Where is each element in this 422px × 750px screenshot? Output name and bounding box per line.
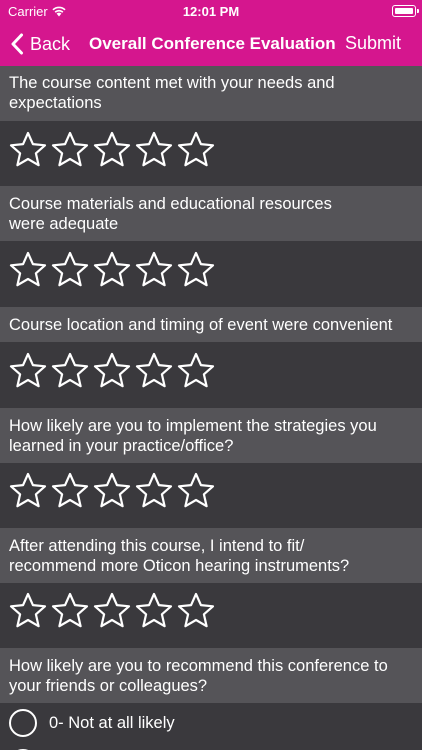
star-icon[interactable] [50, 471, 90, 511]
star-icon[interactable] [134, 591, 174, 631]
question-text: Course materials and educational resourc… [9, 195, 332, 213]
chevron-left-icon [11, 33, 23, 55]
question-header: After attending this course, I intend to… [0, 528, 422, 583]
star-icon[interactable] [92, 591, 132, 631]
star-icon[interactable] [50, 130, 90, 170]
evaluation-form: The course content met with your needs a… [0, 66, 422, 750]
question-header: The course content met with your needs a… [0, 66, 422, 121]
star-icon[interactable] [134, 351, 174, 391]
star-icon[interactable] [50, 351, 90, 391]
question-header: Course location and timing of event were… [0, 307, 422, 342]
star-icon[interactable] [92, 130, 132, 170]
star-icon[interactable] [8, 250, 48, 290]
star-icon[interactable] [50, 250, 90, 290]
star-icon[interactable] [134, 250, 174, 290]
question-text-line2: were adequate [9, 215, 119, 233]
question-header: How likely are you to implement the stra… [0, 408, 422, 463]
question-text: The course content met with your needs a… [9, 74, 335, 92]
question-text: Course location and timing of event were… [9, 316, 393, 334]
star-icon[interactable] [8, 351, 48, 391]
question-text-line2: expectations [9, 94, 102, 112]
star-rating [8, 130, 218, 170]
radio-option[interactable] [0, 743, 422, 750]
radio-button[interactable] [9, 709, 37, 737]
star-icon[interactable] [92, 351, 132, 391]
star-icon[interactable] [134, 130, 174, 170]
star-icon[interactable] [176, 471, 216, 511]
star-icon[interactable] [92, 471, 132, 511]
status-time: 12:01 PM [182, 4, 240, 19]
option-label: 0- Not at all likely [49, 714, 175, 732]
back-button[interactable]: Back [10, 32, 70, 56]
star-rating [8, 351, 218, 391]
status-bar: Carrier 12:01 PM [0, 0, 422, 23]
star-icon[interactable] [8, 471, 48, 511]
question-text: After attending this course, I intend to… [9, 537, 305, 555]
radio-option[interactable]: 0- Not at all likely [0, 703, 422, 743]
star-rating [8, 471, 218, 511]
star-rating [8, 591, 218, 631]
question-text-line2: recommend more Oticon hearing instrument… [9, 557, 350, 575]
question-text: How likely are you to implement the stra… [9, 417, 377, 435]
question-text-line2: learned in your practice/office? [9, 437, 234, 455]
star-icon[interactable] [50, 591, 90, 631]
question-text: How likely are you to recommend this con… [9, 657, 388, 675]
star-icon[interactable] [8, 130, 48, 170]
star-rating [8, 250, 218, 290]
battery-icon [392, 5, 419, 17]
star-icon[interactable] [134, 471, 174, 511]
submit-button[interactable]: Submit [345, 33, 401, 54]
question-header: How likely are you to recommend this con… [0, 648, 422, 703]
star-icon[interactable] [92, 250, 132, 290]
navigation-bar: Back Overall Conference Evaluation Submi… [0, 23, 422, 66]
page-title: Overall Conference Evaluation [89, 34, 336, 53]
star-icon[interactable] [8, 591, 48, 631]
question-text-line2: your friends or colleagues? [9, 677, 208, 695]
back-label: Back [30, 33, 71, 54]
star-icon[interactable] [176, 130, 216, 170]
star-icon[interactable] [176, 250, 216, 290]
question-header: Course materials and educational resourc… [0, 186, 422, 241]
star-icon[interactable] [176, 591, 216, 631]
star-icon[interactable] [176, 351, 216, 391]
